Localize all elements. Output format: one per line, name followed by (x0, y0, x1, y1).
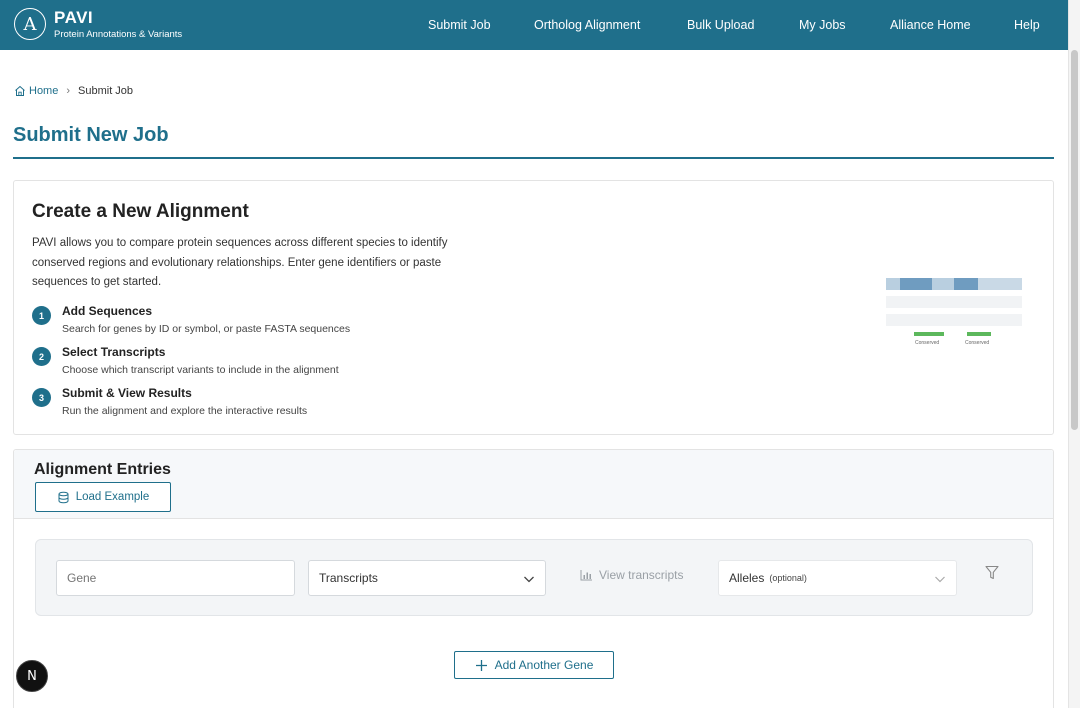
intro-description: PAVI allows you to compare protein seque… (32, 237, 448, 288)
alleles-select[interactable]: Alleles (optional) (718, 560, 957, 596)
database-icon (58, 491, 69, 503)
transcripts-label: Transcripts (319, 571, 378, 585)
step-description: Search for genes by ID or symbol, or pas… (62, 323, 351, 335)
step-title: Select Transcripts (62, 345, 166, 359)
bar-chart-icon (580, 570, 592, 581)
brand-title: PAVI (54, 7, 94, 27)
conserved-label: Conserved (965, 340, 990, 346)
nav-my-jobs[interactable]: My Jobs (799, 0, 846, 50)
breadcrumb-home-label: Home (29, 85, 59, 97)
load-example-label: Load Example (75, 491, 150, 503)
breadcrumb-home[interactable]: Home (14, 85, 58, 97)
entries-title: Alignment Entries (34, 461, 171, 478)
add-another-gene-button[interactable]: Add Another Gene (454, 651, 614, 679)
step-add-sequences: 1 Add Sequences Search for genes by ID o… (32, 304, 350, 335)
scrollbar-thumb[interactable] (1071, 50, 1078, 430)
entries-header: Alignment Entries Load Example (14, 450, 1053, 519)
illustration-track (886, 314, 1022, 326)
nav-alliance-home[interactable]: Alliance Home (890, 0, 971, 50)
intro-card: Create a New Alignment PAVI allows you t… (13, 180, 1054, 435)
alignment-illustration: Conserved Conserved (884, 276, 1024, 356)
conserved-label: Conserved (915, 340, 940, 346)
nextjs-dev-badge[interactable]: N (16, 660, 48, 692)
transcripts-select[interactable]: Transcripts (308, 560, 546, 596)
step-select-transcripts: 2 Select Transcripts Choose which transc… (32, 345, 339, 376)
nav-ortholog-alignment[interactable]: Ortholog Alignment (534, 0, 640, 50)
badge-letter: N (27, 668, 37, 684)
chevron-down-icon (935, 576, 945, 583)
step-description: Run the alignment and explore the intera… (62, 405, 308, 417)
alignment-entries-panel: Alignment Entries Load Example Transcrip… (13, 449, 1054, 708)
gene-entry-row: Transcripts View transcripts Alleles (op… (35, 539, 1033, 616)
brand[interactable]: A PAVI Protein Annotations & Variants (14, 8, 182, 40)
illustration-track (886, 296, 1022, 308)
step-number: 2 (32, 347, 51, 366)
intro-title: Create a New Alignment (32, 201, 249, 222)
step-number: 1 (32, 306, 51, 325)
plus-icon (475, 659, 487, 671)
conserved-marker (967, 332, 991, 336)
step-title: Add Sequences (62, 304, 153, 318)
add-another-gene-label: Add Another Gene (494, 658, 594, 672)
breadcrumb-current: Submit Job (78, 85, 134, 97)
nav-bulk-upload[interactable]: Bulk Upload (687, 0, 754, 50)
alleles-label: Alleles (729, 571, 765, 585)
chevron-right-icon: › (66, 85, 71, 97)
conserved-marker (914, 332, 944, 336)
gene-input[interactable] (56, 560, 295, 596)
nav-help[interactable]: Help (1014, 0, 1040, 50)
chevron-down-icon (524, 576, 534, 583)
view-transcripts-label: View transcripts (599, 568, 684, 582)
home-icon (15, 85, 25, 96)
step-number: 3 (32, 388, 51, 407)
nav-submit-job[interactable]: Submit Job (428, 0, 491, 50)
vertical-scrollbar[interactable] (1068, 0, 1080, 708)
title-divider (13, 157, 1054, 159)
page-title: Submit New Job (13, 124, 169, 146)
load-example-button[interactable]: Load Example (35, 482, 171, 512)
top-navbar: A PAVI Protein Annotations & Variants Su… (0, 0, 1068, 50)
step-description: Choose which transcript variants to incl… (62, 364, 339, 376)
alleles-optional-hint: (optional) (769, 573, 807, 583)
breadcrumb: Home › Submit Job (14, 85, 133, 97)
alliance-logo-icon: A (14, 8, 46, 40)
logo-glyph: A (23, 13, 37, 35)
view-transcripts-button[interactable]: View transcripts (580, 568, 683, 582)
step-title: Submit & View Results (62, 386, 192, 400)
brand-subtitle: Protein Annotations & Variants (54, 28, 183, 40)
illustration-track (886, 278, 1022, 290)
filter-icon[interactable] (985, 565, 999, 580)
step-submit-view: 3 Submit & View Results Run the alignmen… (32, 386, 307, 417)
